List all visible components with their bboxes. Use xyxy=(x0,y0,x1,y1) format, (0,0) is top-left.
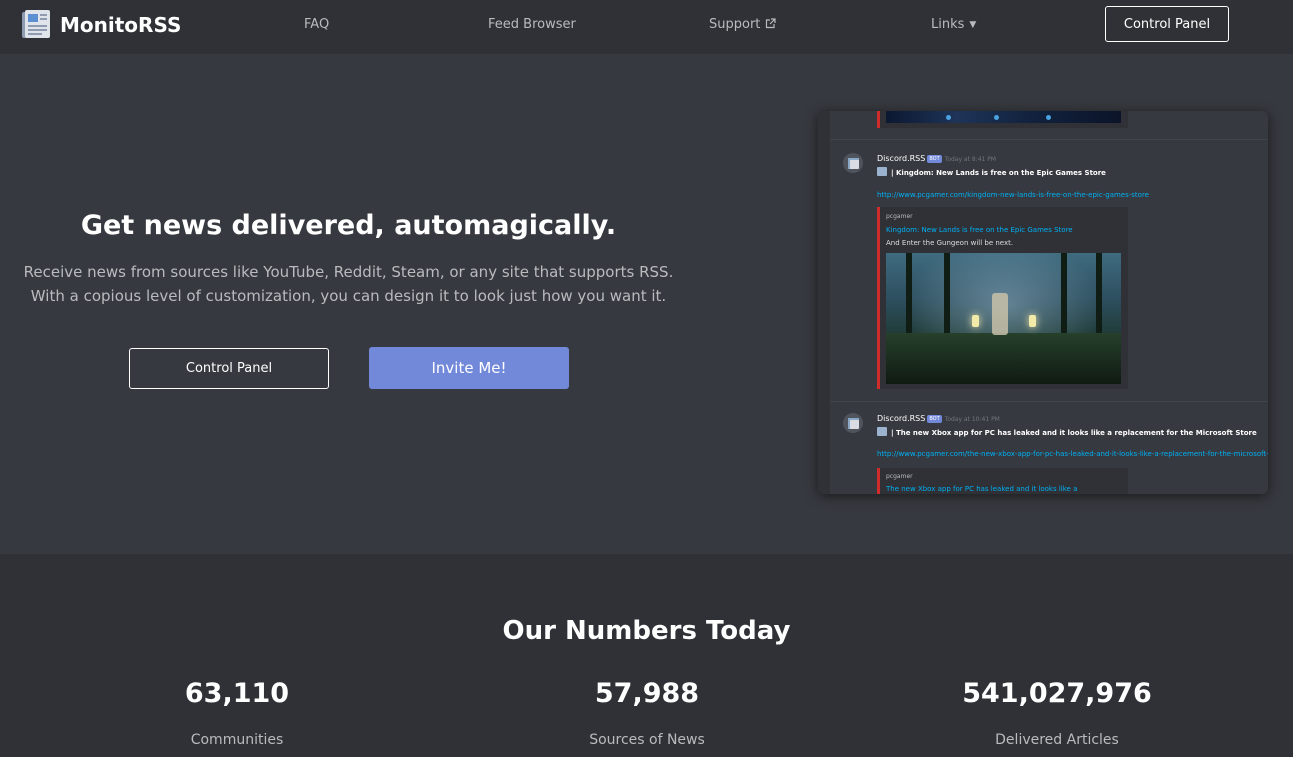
message-timestamp: Today at 8:41 PM xyxy=(944,156,997,163)
discord-preview: Discord.RSS BOT Today at 8:41 PM | Kingdom… xyxy=(818,111,1268,494)
invite-button[interactable]: Invite Me! xyxy=(369,347,569,389)
embed-provider: pcgamer xyxy=(886,473,913,480)
external-link-icon xyxy=(766,18,776,29)
message-divider xyxy=(830,139,1268,140)
hero-description: Receive news from sources like YouTube, … xyxy=(0,260,697,308)
message-timestamp: Today at 10:41 PM xyxy=(944,416,1000,423)
stat-sources-label: Sources of News xyxy=(589,732,705,748)
nav-link-links-dropdown[interactable]: Links ▼ xyxy=(931,17,976,32)
navbar: MonitoRSS FAQ Feed Browser Support Links… xyxy=(0,0,1293,54)
hero-description-line-1: Receive news from sources like YouTube, … xyxy=(23,263,674,281)
hero-control-panel-button[interactable]: Control Panel xyxy=(129,348,329,389)
message-divider xyxy=(830,401,1268,402)
newspaper-avatar-icon xyxy=(847,157,859,169)
stats-section: Our Numbers Today 63,110 Communities 57,… xyxy=(0,554,1293,757)
nav-link-feed-browser-label: Feed Browser xyxy=(488,17,576,32)
stat-communities-label: Communities xyxy=(190,732,284,748)
message-link[interactable]: http://www.pcgamer.com/the-new-xbox-app-… xyxy=(877,450,1268,458)
brand[interactable]: MonitoRSS xyxy=(22,10,181,40)
message-text-content: | The new Xbox app for PC has leaked and… xyxy=(891,429,1257,437)
stats-title: Our Numbers Today xyxy=(502,616,791,646)
nav-link-faq-label: FAQ xyxy=(304,17,330,32)
message-author[interactable]: Discord.RSS xyxy=(877,414,925,423)
message-header: Discord.RSS BOT Today at 8:41 PM xyxy=(877,154,996,163)
bot-badge: BOT xyxy=(927,155,942,163)
hero-title: Get news delivered, automagically. xyxy=(80,210,617,241)
embed-image-top xyxy=(886,111,1121,123)
nav-link-links-label: Links xyxy=(931,17,965,32)
feed-icon xyxy=(877,167,887,176)
nav-link-support-label: Support xyxy=(709,17,761,32)
message-header: Discord.RSS BOT Today at 10:41 PM xyxy=(877,414,1000,423)
bot-badge: BOT xyxy=(927,415,942,423)
stat-sources-value: 57,988 xyxy=(594,678,700,709)
bot-avatar[interactable] xyxy=(843,413,863,433)
embed-title[interactable]: The new Xbox app for PC has leaked and i… xyxy=(886,485,1077,493)
stat-articles-value: 541,027,976 xyxy=(962,678,1152,709)
nav-link-feed-browser[interactable]: Feed Browser xyxy=(488,17,576,32)
hero-description-line-2: With a copious level of customization, y… xyxy=(30,287,667,305)
stat-communities-value: 63,110 xyxy=(184,678,290,709)
brand-name: MonitoRSS xyxy=(60,13,182,37)
feed-icon xyxy=(877,427,887,436)
embed-description: And Enter the Gungeon will be next. xyxy=(886,239,1014,247)
newspaper-avatar-icon xyxy=(847,417,859,429)
nav-link-faq[interactable]: FAQ xyxy=(304,17,329,32)
caret-down-icon: ▼ xyxy=(969,20,977,30)
embed-title[interactable]: Kingdom: New Lands is free on the Epic G… xyxy=(886,226,1073,234)
message-author[interactable]: Discord.RSS xyxy=(877,154,925,163)
message-text: | Kingdom: New Lands is free on the Epic… xyxy=(877,167,1106,177)
embed-image[interactable] xyxy=(886,253,1121,384)
newspaper-logo-icon xyxy=(22,10,50,38)
message-text: | The new Xbox app for PC has leaked and… xyxy=(877,427,1257,437)
message-link[interactable]: http://www.pcgamer.com/kingdom-new-lands… xyxy=(877,191,1149,199)
preview-sidebar xyxy=(818,111,830,494)
nav-link-support[interactable]: Support xyxy=(709,17,776,32)
message-text-content: | Kingdom: New Lands is free on the Epic… xyxy=(891,169,1106,177)
bot-avatar[interactable] xyxy=(843,153,863,173)
nav-control-panel-button[interactable]: Control Panel xyxy=(1105,6,1229,42)
stat-articles-label: Delivered Articles xyxy=(995,732,1119,748)
embed-provider: pcgamer xyxy=(886,213,913,220)
